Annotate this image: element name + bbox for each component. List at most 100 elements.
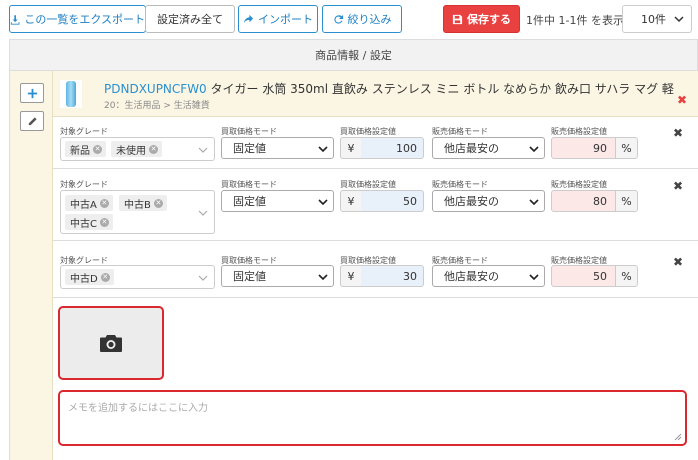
chevron-down-icon — [529, 146, 539, 153]
sell-value-label: 販売価格設定値 — [551, 180, 607, 189]
buy-value-input[interactable]: 100 — [361, 137, 424, 159]
buy-value-label: 買取価格設定値 — [340, 180, 396, 189]
grade-tag: 中古A ✕ — [65, 195, 113, 211]
filter-label: 絞り込み — [347, 13, 392, 26]
yen-addon: ¥ — [340, 265, 362, 287]
page-count: 1件中 1-1件 を表示 — [526, 14, 624, 27]
pencil-icon — [28, 116, 37, 125]
buy-value-input[interactable]: 50 — [361, 190, 424, 212]
grade-tag: 新品 ✕ — [65, 141, 106, 157]
sell-value-input[interactable]: 50 — [551, 265, 616, 287]
chevron-down-icon — [198, 147, 208, 153]
sell-value-label: 販売価格設定値 — [551, 127, 607, 136]
floppy-disk-icon — [452, 14, 463, 24]
buy-mode-value: 固定値 — [233, 142, 266, 155]
percent-addon: % — [615, 190, 638, 212]
buy-mode-select[interactable]: 固定値 — [221, 190, 334, 212]
resize-handle-icon[interactable] — [674, 433, 682, 441]
grade-multiselect[interactable]: 中古A ✕ 中古B ✕ 中古C ✕ — [60, 190, 215, 234]
tag-remove-icon[interactable]: ✕ — [93, 144, 102, 154]
buy-mode-select[interactable]: 固定値 — [221, 265, 334, 287]
photo-upload-button[interactable] — [58, 306, 164, 380]
share-arrow-icon — [243, 14, 254, 23]
memo-textarea[interactable]: メモを追加するにはここに入力 — [58, 390, 687, 446]
grade-tag: 未使用 ✕ — [111, 141, 162, 157]
sell-mode-value: 他店最安の — [444, 142, 499, 155]
grade-label: 対象グレード — [60, 180, 108, 189]
grade-multiselect[interactable]: 中古D ✕ — [60, 265, 215, 289]
tag-remove-icon[interactable]: ✕ — [153, 198, 163, 208]
chevron-down-icon — [198, 275, 208, 281]
import-label: インポート — [258, 13, 313, 26]
product-row: PDNDXUPNCFW0 タイガー 水筒 350ml 直飲み ステンレス ミニ … — [53, 71, 698, 117]
settings-all-label: 設定済み全て — [157, 13, 223, 26]
save-label: 保存する — [467, 13, 511, 26]
buy-value-input[interactable]: 30 — [361, 265, 424, 287]
per-page-select[interactable]: 10件 — [622, 5, 692, 33]
memo-placeholder: メモを追加するにはここに入力 — [68, 403, 208, 414]
chevron-down-icon — [318, 199, 328, 206]
refresh-icon — [333, 14, 343, 24]
tag-remove-icon[interactable]: ✕ — [99, 217, 109, 227]
condition-row: 対象グレード 買取価格モード 買取価格設定値 販売価格モード 販売価格設定値 中… — [53, 169, 698, 241]
sell-value-input[interactable]: 80 — [551, 190, 616, 212]
chevron-down-icon — [318, 274, 328, 281]
yen-addon: ¥ — [340, 190, 362, 212]
buy-mode-select[interactable]: 固定値 — [221, 137, 334, 159]
grade-tag: 中古C ✕ — [65, 214, 113, 230]
remove-condition-icon[interactable]: ✖ — [673, 179, 683, 193]
add-condition-button[interactable] — [20, 83, 44, 103]
sell-mode-select[interactable]: 他店最安の — [432, 265, 545, 287]
sell-mode-label: 販売価格モード — [432, 180, 488, 189]
tag-remove-icon[interactable]: ✕ — [100, 272, 110, 282]
chevron-down-icon — [318, 146, 328, 153]
remove-condition-icon[interactable]: ✖ — [673, 255, 683, 269]
grade-tag: 中古B ✕ — [119, 195, 167, 211]
product-category: 20：生活用品 > 生活雑貨 — [104, 101, 210, 111]
remove-condition-icon[interactable]: ✖ — [673, 126, 683, 140]
camera-icon — [100, 335, 122, 352]
sell-mode-value: 他店最安の — [444, 195, 499, 208]
chevron-down-icon — [198, 210, 208, 216]
import-button[interactable]: インポート — [238, 5, 318, 33]
sell-mode-select[interactable]: 他店最安の — [432, 137, 545, 159]
grade-tag: 中古D ✕ — [65, 269, 114, 285]
condition-row: 対象グレード 買取価格モード 買取価格設定値 販売価格モード 販売価格設定値 中… — [53, 241, 698, 298]
percent-addon: % — [615, 137, 638, 159]
sell-value-input[interactable]: 90 — [551, 137, 616, 159]
sell-mode-label: 販売価格モード — [432, 127, 488, 136]
buy-mode-label: 買取価格モード — [221, 127, 277, 136]
percent-addon: % — [615, 265, 638, 287]
product-thumbnail — [60, 80, 82, 108]
plus-icon — [27, 88, 37, 98]
remove-product-icon[interactable]: ✖ — [677, 93, 687, 107]
table-header: 商品情報 / 設定 — [9, 39, 698, 71]
settings-all-button[interactable]: 設定済み全て — [145, 5, 235, 33]
save-button[interactable]: 保存する — [443, 5, 520, 33]
product-code-link[interactable]: PDNDXUPNCFW0 — [104, 82, 207, 96]
table-header-title: 商品情報 / 設定 — [315, 49, 392, 62]
per-page-value: 10件 — [641, 13, 666, 26]
row-actions-column — [9, 71, 53, 460]
filter-button[interactable]: 絞り込み — [322, 5, 402, 33]
chevron-down-icon — [674, 16, 684, 23]
grade-label: 対象グレード — [60, 127, 108, 136]
buy-mode-value: 固定値 — [233, 270, 266, 283]
buy-mode-value: 固定値 — [233, 195, 266, 208]
tag-remove-icon[interactable]: ✕ — [149, 144, 158, 154]
sell-mode-select[interactable]: 他店最安の — [432, 190, 545, 212]
export-button[interactable]: この一覧をエクスポート — [9, 5, 146, 33]
product-title: PDNDXUPNCFW0 タイガー 水筒 350ml 直飲み ステンレス ミニ … — [104, 80, 674, 97]
tag-remove-icon[interactable]: ✕ — [99, 198, 109, 208]
edit-button[interactable] — [20, 111, 44, 131]
grade-multiselect[interactable]: 新品 ✕ 未使用 ✕ — [60, 137, 215, 161]
buy-mode-label: 買取価格モード — [221, 180, 277, 189]
sell-mode-value: 他店最安の — [444, 270, 499, 283]
chevron-down-icon — [529, 274, 539, 281]
yen-addon: ¥ — [340, 137, 362, 159]
chevron-down-icon — [529, 199, 539, 206]
export-label: この一覧をエクスポート — [24, 13, 145, 26]
toolbar: この一覧をエクスポート 設定済み全て インポート 絞り込み 保存する 1件中 1… — [0, 0, 698, 40]
download-icon — [10, 14, 20, 25]
product-name: タイガー 水筒 350ml 直飲み ステンレス ミニ ボトル なめらか 飲み口 … — [210, 82, 674, 96]
